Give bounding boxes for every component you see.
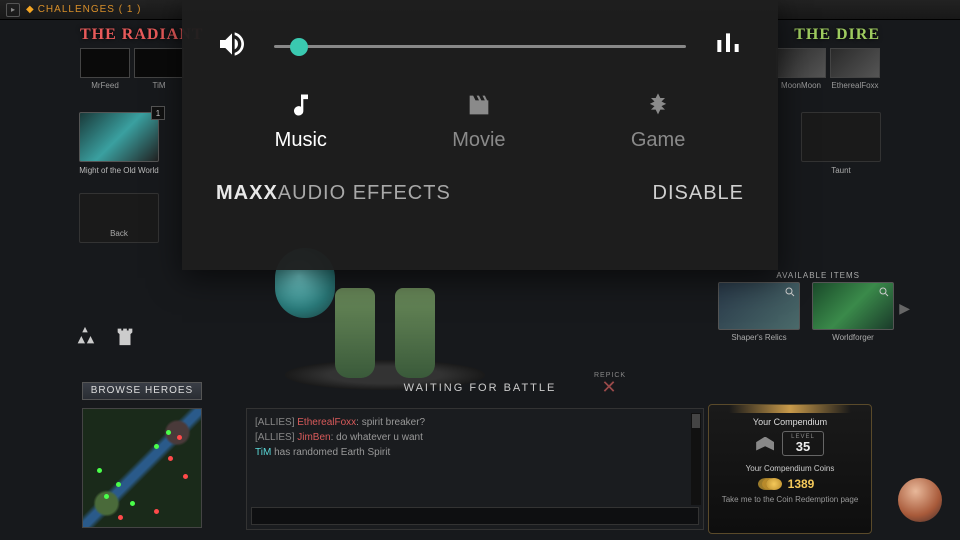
redeem-link[interactable]: Take me to the Coin Redemption page bbox=[709, 495, 871, 504]
items-next-arrow[interactable]: ▶ bbox=[899, 300, 910, 317]
compendium-level[interactable]: LEVEL 35 bbox=[782, 431, 824, 456]
equalizer-icon[interactable] bbox=[712, 28, 744, 65]
volume-slider[interactable] bbox=[274, 31, 686, 63]
chat-log: [ALLIES] EtherealFoxx: spirit breaker? [… bbox=[247, 409, 703, 505]
avatar[interactable] bbox=[898, 478, 942, 522]
search-icon bbox=[784, 286, 796, 298]
left-column: 1 Might of the Old World Back bbox=[74, 112, 164, 243]
hero-preview bbox=[240, 260, 530, 390]
available-item[interactable]: Worldforger bbox=[812, 282, 894, 342]
player-slot[interactable]: EtherealFoxx bbox=[830, 48, 880, 90]
back-button[interactable]: Back bbox=[79, 193, 159, 243]
grid-mode-icon[interactable] bbox=[74, 325, 96, 352]
volume-thumb[interactable] bbox=[290, 38, 308, 56]
chat-line: [ALLIES] JimBen: do whatever u want bbox=[255, 430, 695, 445]
repick-button[interactable]: REPICK ✕ bbox=[594, 372, 624, 395]
layout-mode-icons bbox=[74, 325, 136, 352]
dire-slots: MoonMoon EtherealFoxx bbox=[776, 48, 880, 90]
item-thumbnail bbox=[79, 112, 159, 162]
chat-panel: [ALLIES] EtherealFoxx: spirit breaker? [… bbox=[246, 408, 704, 530]
available-items-label: AVAILABLE ITEMS bbox=[776, 271, 860, 280]
chat-scrollbar[interactable] bbox=[691, 413, 701, 505]
taunt-slot[interactable] bbox=[801, 112, 881, 162]
tower-mode-icon[interactable] bbox=[114, 325, 136, 352]
audio-overlay: Music Movie Game MAXXAUDIO EFFECTS DISAB… bbox=[182, 0, 778, 270]
challenges-label[interactable]: CHALLENGES ( 1 ) bbox=[38, 4, 142, 15]
player-slot[interactable]: TiM bbox=[134, 48, 184, 90]
taunt-label: Taunt bbox=[796, 166, 886, 175]
coin-count: 1389 bbox=[788, 477, 815, 491]
music-icon bbox=[287, 91, 315, 119]
mode-music[interactable]: Music bbox=[275, 91, 327, 152]
item-name: Might of the Old World bbox=[79, 166, 159, 175]
compendium-panel: Your Compendium LEVEL 35 Your Compendium… bbox=[708, 404, 872, 534]
minimap[interactable] bbox=[82, 408, 202, 528]
compendium-title: Your Compendium bbox=[709, 417, 871, 427]
disable-button[interactable]: DISABLE bbox=[653, 182, 744, 205]
right-column: Taunt bbox=[796, 112, 886, 175]
coin-icon bbox=[766, 478, 782, 490]
mode-game[interactable]: Game bbox=[631, 91, 685, 152]
player-slot[interactable]: MoonMoon bbox=[776, 48, 826, 90]
available-items: Shaper's Relics Worldforger bbox=[718, 282, 894, 342]
book-icon bbox=[756, 437, 774, 451]
chat-line: TiM has randomed Earth Spirit bbox=[255, 445, 695, 460]
item-count-badge: 1 bbox=[151, 106, 165, 120]
audio-mode-tabs: Music Movie Game bbox=[182, 65, 778, 152]
waiting-label: WAITING FOR BATTLE bbox=[0, 382, 960, 394]
mode-movie[interactable]: Movie bbox=[452, 91, 505, 152]
chat-input[interactable] bbox=[251, 507, 699, 525]
radiant-slots: MrFeed TiM bbox=[80, 48, 184, 90]
challenge-icon: ◆ bbox=[26, 4, 34, 15]
expand-button[interactable]: ▸ bbox=[6, 3, 20, 17]
maxxaudio-label: MAXXAUDIO EFFECTS bbox=[216, 182, 451, 205]
speaker-icon[interactable] bbox=[216, 28, 248, 65]
search-icon bbox=[878, 286, 890, 298]
coins-title: Your Compendium Coins bbox=[709, 464, 871, 473]
dire-label: THE DIRE bbox=[794, 26, 880, 44]
hero-model bbox=[325, 268, 445, 378]
game-icon bbox=[644, 91, 672, 119]
player-slot[interactable]: MrFeed bbox=[80, 48, 130, 90]
close-icon: ✕ bbox=[594, 379, 624, 395]
available-item[interactable]: Shaper's Relics bbox=[718, 282, 800, 342]
equipped-item-card[interactable]: 1 Might of the Old World bbox=[79, 112, 159, 175]
chat-line: [ALLIES] EtherealFoxx: spirit breaker? bbox=[255, 415, 695, 430]
movie-icon bbox=[465, 91, 493, 119]
